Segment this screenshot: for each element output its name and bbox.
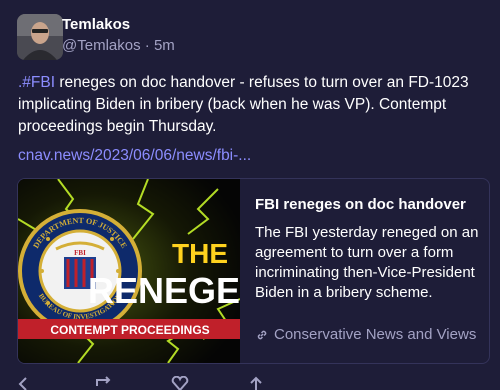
avatar[interactable] [17,14,63,60]
bookmark-icon[interactable] [245,376,267,390]
hashtag-link[interactable]: .#FBI [18,74,55,91]
post-link[interactable]: cnav.news/2023/06/06/news/fbi-... [18,147,251,165]
post-body: .#FBI reneges on doc handover - refuses … [18,72,488,138]
card-title: FBI reneges on doc handover [255,196,466,213]
post-timestamp[interactable]: 5m [154,37,175,54]
card-source: Conservative News and Views [255,326,476,343]
link-icon [257,330,267,339]
author-handle[interactable]: @Temlakos [62,37,141,54]
card-description: The FBI yesterday reneged on an agreemen… [255,224,479,301]
post-text: reneges on doc handover - refuses to tur… [18,74,469,135]
meta-separator: · [140,37,154,54]
link-preview-card[interactable]: FBI DEPARTMENT OF JUSTICE BUREAU OF INVE… [17,178,490,364]
post: Temlakos @Temlakos · 5m .#FBI reneges on… [0,0,500,390]
fbi-graphic: FBI DEPARTMENT OF JUSTICE BUREAU OF INVE… [18,179,240,363]
author-meta: @Temlakos · 5m [62,37,175,54]
card-image: FBI DEPARTMENT OF JUSTICE BUREAU OF INVE… [18,179,240,363]
image-banner-text: CONTEMPT PROCEEDINGS [50,323,209,337]
image-headline-top: THE [172,238,228,269]
avatar-photo [17,14,63,60]
card-source-name: Conservative News and Views [274,326,477,343]
author-display-name[interactable]: Temlakos [62,16,130,33]
reply-icon[interactable] [17,376,39,390]
image-headline-main: RENEGE [88,270,240,311]
seal-center-text: FBI [74,249,86,257]
favourite-icon[interactable] [169,376,191,390]
boost-icon[interactable] [93,376,115,390]
post-actions [17,376,267,390]
